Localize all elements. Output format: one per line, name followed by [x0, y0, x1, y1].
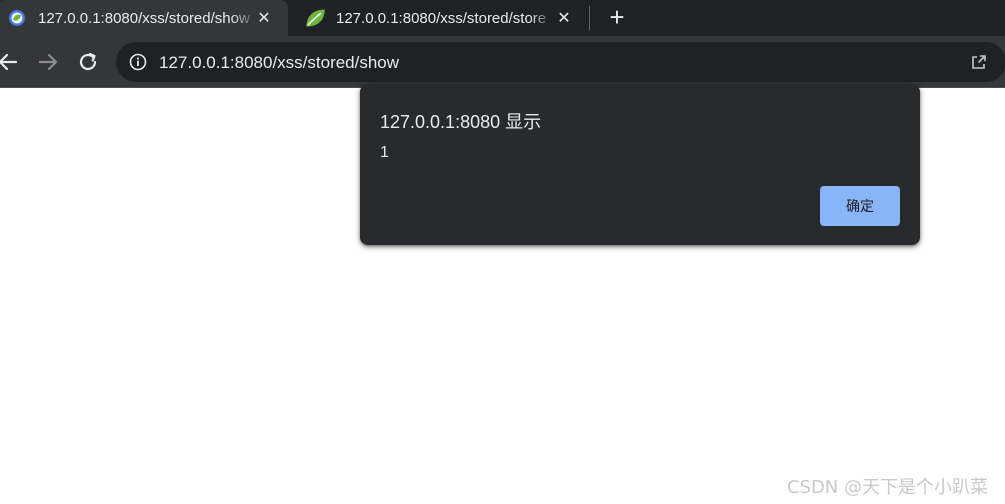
tab-close-icon[interactable]: ✕: [554, 8, 574, 28]
arrow-left-icon: [0, 53, 18, 71]
spring-leaf-icon: [306, 9, 325, 27]
tab-close-icon[interactable]: ✕: [254, 8, 274, 28]
watermark: CSDN @天下是个小趴菜: [786, 477, 988, 498]
address-url[interactable]: 127.0.0.1:8080/xss/stored/show: [159, 53, 399, 73]
browser-toolbar: 127.0.0.1:8080/xss/stored/show: [0, 36, 1005, 88]
dialog-title: 127.0.0.1:8080 显示: [380, 112, 542, 132]
plus-icon[interactable]: +: [604, 4, 630, 30]
dialog-message: 1: [380, 144, 389, 161]
forward-button[interactable]: [34, 48, 62, 76]
tab-strip: 127.0.0.1:8080/xss/stored/show ✕ 127.0.0…: [0, 0, 1005, 36]
info-icon[interactable]: [128, 52, 148, 72]
alert-dialog: 127.0.0.1:8080 显示 1 确定: [360, 84, 920, 245]
tab-show[interactable]: 127.0.0.1:8080/xss/stored/show ✕: [0, 0, 288, 36]
tab-title: 127.0.0.1:8080/xss/stored/show: [38, 9, 250, 27]
address-bar[interactable]: 127.0.0.1:8080/xss/stored/show: [116, 42, 1005, 82]
ok-button[interactable]: 确定: [820, 186, 900, 226]
arrow-right-icon: [38, 53, 58, 71]
back-button[interactable]: [0, 48, 22, 76]
share-icon[interactable]: [969, 52, 989, 72]
spring-boot-logo-icon: [9, 10, 25, 26]
reload-icon: [79, 52, 97, 71]
tab-store[interactable]: 127.0.0.1:8080/xss/stored/store ✕: [296, 0, 588, 36]
tab-divider: [589, 6, 590, 30]
tab-title: 127.0.0.1:8080/xss/stored/store: [336, 9, 547, 27]
reload-button[interactable]: [74, 48, 102, 76]
